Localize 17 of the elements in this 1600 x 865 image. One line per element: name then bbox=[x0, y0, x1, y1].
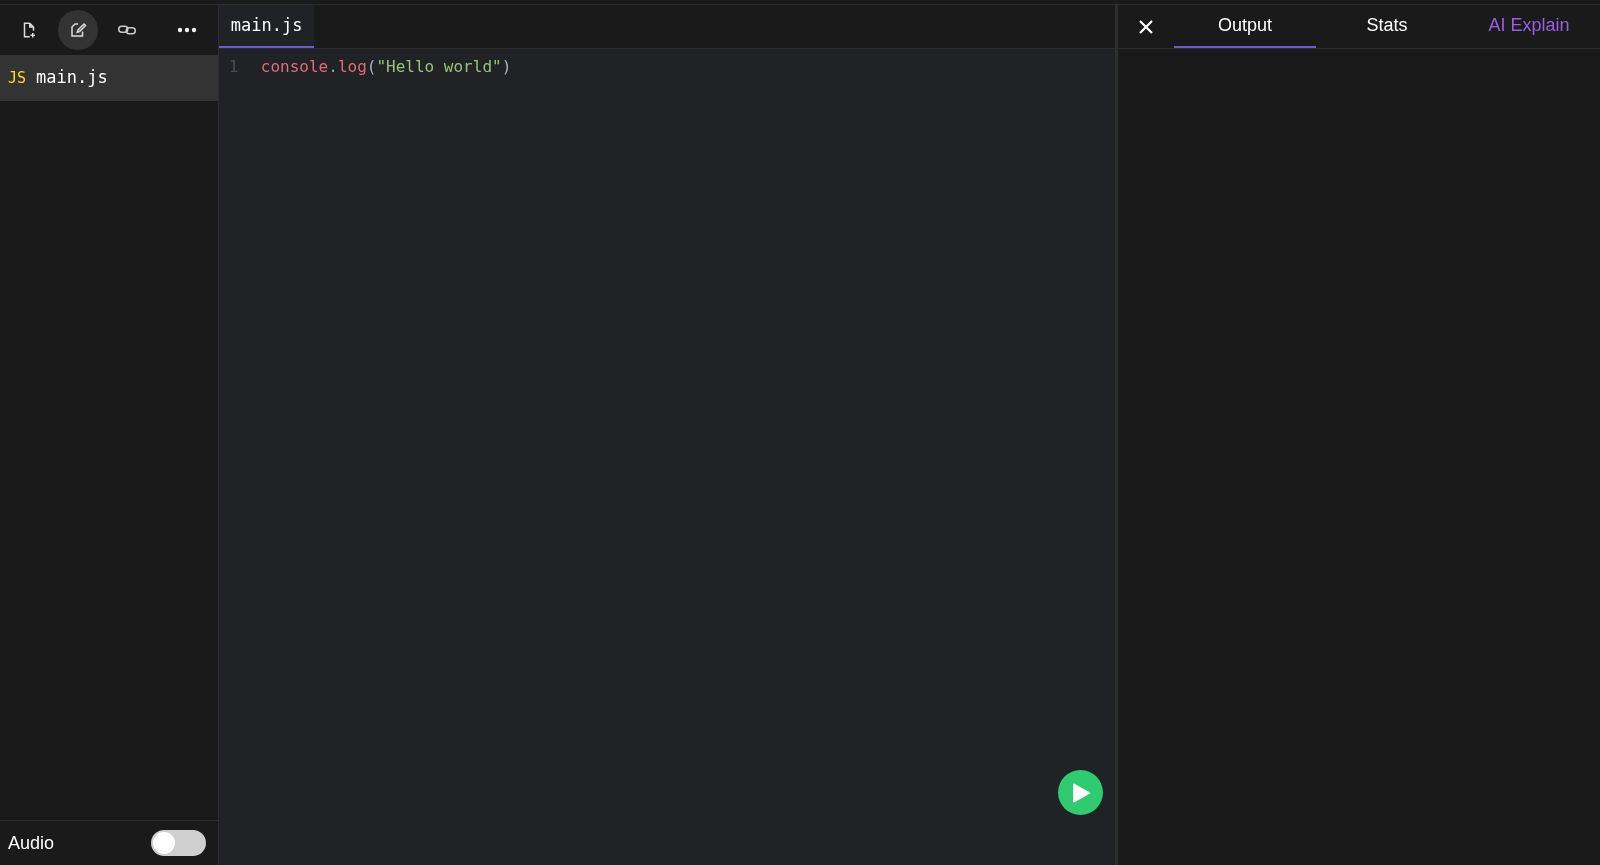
file-item[interactable]: JS main.js bbox=[0, 55, 218, 101]
file-name: main.js bbox=[36, 66, 108, 90]
panel-tab[interactable]: Stats bbox=[1316, 5, 1458, 48]
run-button[interactable] bbox=[1058, 770, 1103, 815]
editor-tab[interactable]: main.js bbox=[218, 5, 315, 48]
file-type-label: JS bbox=[8, 67, 27, 89]
audio-label: Audio bbox=[8, 831, 55, 855]
panel-tab[interactable]: AI Explain bbox=[1458, 5, 1600, 48]
play-icon bbox=[1071, 782, 1090, 803]
audio-toggle[interactable] bbox=[150, 830, 206, 856]
close-icon bbox=[1139, 19, 1153, 34]
code-line: console.log("Hello world") bbox=[260, 56, 512, 78]
edit-button[interactable] bbox=[58, 10, 98, 50]
panel-tab[interactable]: Output bbox=[1174, 5, 1316, 48]
edit-icon bbox=[69, 21, 87, 39]
more-icon bbox=[177, 27, 197, 33]
link-icon bbox=[118, 24, 136, 36]
